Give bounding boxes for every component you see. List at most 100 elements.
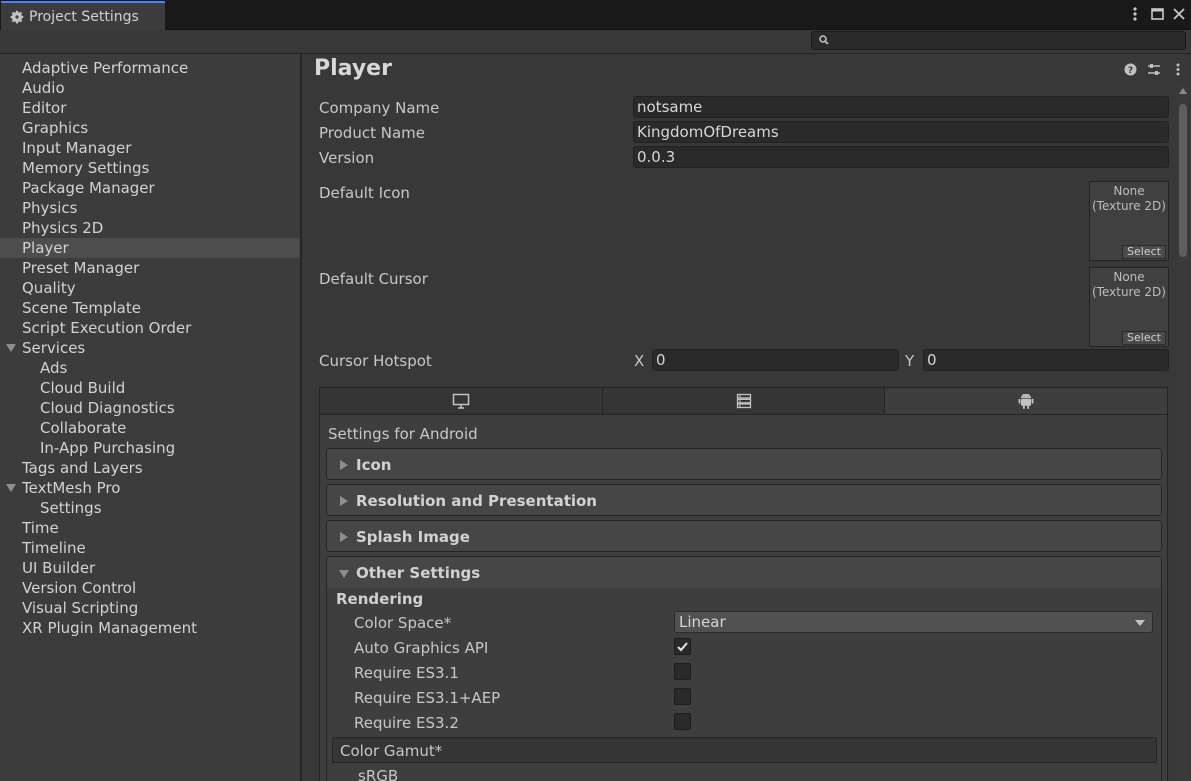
platform-tabs: [319, 387, 1168, 415]
sidebar-item-package-manager[interactable]: Package Manager: [0, 178, 300, 198]
sidebar-item-adaptive-performance[interactable]: Adaptive Performance: [0, 58, 300, 78]
sidebar-item-label: Services: [22, 339, 86, 357]
collapsed-arrow-icon: [340, 532, 348, 542]
expanded-arrow-icon: [339, 570, 349, 578]
sidebar-item-timeline[interactable]: Timeline: [0, 538, 300, 558]
player-settings-panel: Player ? Company Name notsame Product Na…: [302, 54, 1191, 781]
tab-dedicated-server[interactable]: [602, 388, 886, 414]
sidebar-item-physics-2d[interactable]: Physics 2D: [0, 218, 300, 238]
sidebar-item-textmesh-settings[interactable]: Settings: [0, 498, 300, 518]
search-input[interactable]: [811, 31, 1186, 50]
tab-standalone[interactable]: [320, 388, 603, 414]
sidebar-item-input-manager[interactable]: Input Manager: [0, 138, 300, 158]
sidebar-item-script-execution-order[interactable]: Script Execution Order: [0, 318, 300, 338]
sidebar-item-player[interactable]: Player: [0, 238, 300, 258]
more-icon[interactable]: [1127, 5, 1143, 23]
settings-sidebar: Adaptive Performance Audio Editor Graphi…: [0, 54, 301, 781]
sidebar-item-tags-and-layers[interactable]: Tags and Layers: [0, 458, 300, 478]
collapsed-arrow-icon: [340, 496, 348, 506]
settings-toolbar: [0, 30, 1191, 54]
auto-graphics-api-label: Auto Graphics API: [354, 639, 489, 657]
inspector-scrollbar[interactable]: [1177, 84, 1189, 781]
product-name-field[interactable]: KingdomOfDreams: [633, 121, 1169, 143]
require-es31-label: Require ES3.1: [354, 664, 459, 682]
sidebar-item-visual-scripting[interactable]: Visual Scripting: [0, 598, 300, 618]
product-name-label: Product Name: [319, 124, 425, 142]
title-bar: Project Settings: [0, 0, 1191, 30]
section-title: Resolution and Presentation: [356, 492, 597, 510]
color-space-label: Color Space*: [354, 614, 452, 632]
require-es31-aep-checkbox[interactable]: [674, 688, 691, 705]
close-icon[interactable]: [1171, 5, 1187, 23]
default-cursor-label: Default Cursor: [319, 270, 428, 288]
sidebar-item-memory-settings[interactable]: Memory Settings: [0, 158, 300, 178]
sidebar-item-cloud-build[interactable]: Cloud Build: [0, 378, 300, 398]
section-splash-image[interactable]: Splash Image: [326, 520, 1162, 552]
sidebar-item-services[interactable]: Services: [0, 338, 300, 358]
section-icon[interactable]: Icon: [326, 448, 1162, 480]
sidebar-item-preset-manager[interactable]: Preset Manager: [0, 258, 300, 278]
settings-for-label: Settings for Android: [328, 425, 478, 443]
sidebar-item-editor[interactable]: Editor: [0, 98, 300, 118]
hotspot-y-label[interactable]: Y: [905, 352, 914, 370]
require-es32-checkbox[interactable]: [674, 713, 691, 730]
hotspot-x-field[interactable]: 0: [652, 349, 899, 371]
require-es31-aep-label: Require ES3.1+AEP: [354, 689, 501, 707]
android-icon: [1018, 393, 1034, 409]
default-icon-slot[interactable]: None (Texture 2D) Select: [1089, 181, 1169, 261]
tab-android[interactable]: [885, 388, 1168, 414]
select-button[interactable]: Select: [1122, 245, 1166, 259]
search-icon: [819, 35, 829, 45]
svg-text:?: ?: [1127, 66, 1132, 76]
sidebar-item-textmesh-pro[interactable]: TextMesh Pro: [0, 478, 300, 498]
sidebar-item-collaborate[interactable]: Collaborate: [0, 418, 300, 438]
auto-graphics-api-checkbox[interactable]: [674, 638, 691, 655]
require-es32-label: Require ES3.2: [354, 714, 459, 732]
sidebar-item-quality[interactable]: Quality: [0, 278, 300, 298]
hotspot-y-field[interactable]: 0: [923, 349, 1169, 371]
section-resolution-presentation[interactable]: Resolution and Presentation: [326, 484, 1162, 516]
preset-sliders-icon[interactable]: [1147, 62, 1161, 76]
select-button[interactable]: Select: [1122, 331, 1166, 345]
sidebar-item-xr-plugin-management[interactable]: XR Plugin Management: [0, 618, 300, 638]
maximize-icon[interactable]: [1149, 5, 1165, 23]
sidebar-item-in-app-purchasing[interactable]: In-App Purchasing: [0, 438, 300, 458]
sidebar-item-cloud-diagnostics[interactable]: Cloud Diagnostics: [0, 398, 300, 418]
scrollbar-thumb[interactable]: [1179, 104, 1187, 257]
expand-triangle-icon[interactable]: [6, 484, 16, 492]
section-title: Other Settings: [356, 564, 481, 582]
sidebar-item-scene-template[interactable]: Scene Template: [0, 298, 300, 318]
sidebar-item-ui-builder[interactable]: UI Builder: [0, 558, 300, 578]
section-title: Splash Image: [356, 528, 470, 546]
tab-title: Project Settings: [29, 8, 139, 25]
company-name-label: Company Name: [319, 99, 440, 117]
chevron-down-icon: [1135, 620, 1145, 626]
collapsed-arrow-icon: [340, 460, 348, 470]
version-label: Version: [319, 149, 375, 167]
help-icon[interactable]: ?: [1123, 62, 1137, 76]
sidebar-item-time[interactable]: Time: [0, 518, 300, 538]
expand-triangle-icon[interactable]: [6, 344, 16, 352]
sidebar-item-physics[interactable]: Physics: [0, 198, 300, 218]
color-space-dropdown[interactable]: Linear: [674, 611, 1153, 633]
cursor-hotspot-label: Cursor Hotspot: [319, 352, 432, 370]
gamut-list-item[interactable]: sRGB: [358, 767, 398, 781]
project-settings-tab[interactable]: Project Settings: [1, 1, 165, 30]
sidebar-item-version-control[interactable]: Version Control: [0, 578, 300, 598]
default-cursor-slot[interactable]: None (Texture 2D) Select: [1089, 267, 1169, 347]
sidebar-item-ads[interactable]: Ads: [0, 358, 300, 378]
page-title: Player: [314, 56, 392, 81]
version-field[interactable]: 0.0.3: [633, 146, 1169, 168]
more-icon[interactable]: [1171, 62, 1185, 76]
sidebar-item-audio[interactable]: Audio: [0, 78, 300, 98]
color-gamut-list-header: Color Gamut*: [332, 737, 1157, 763]
company-name-field[interactable]: notsame: [633, 96, 1169, 118]
rendering-heading: Rendering: [336, 590, 424, 608]
scroll-up-icon[interactable]: [1179, 88, 1187, 94]
server-icon: [736, 393, 751, 409]
hotspot-x-label[interactable]: X: [634, 352, 644, 370]
texture-none-label: None: [1113, 184, 1145, 198]
section-other-settings[interactable]: Other Settings: [326, 556, 1162, 588]
require-es31-checkbox[interactable]: [674, 663, 691, 680]
sidebar-item-graphics[interactable]: Graphics: [0, 118, 300, 138]
